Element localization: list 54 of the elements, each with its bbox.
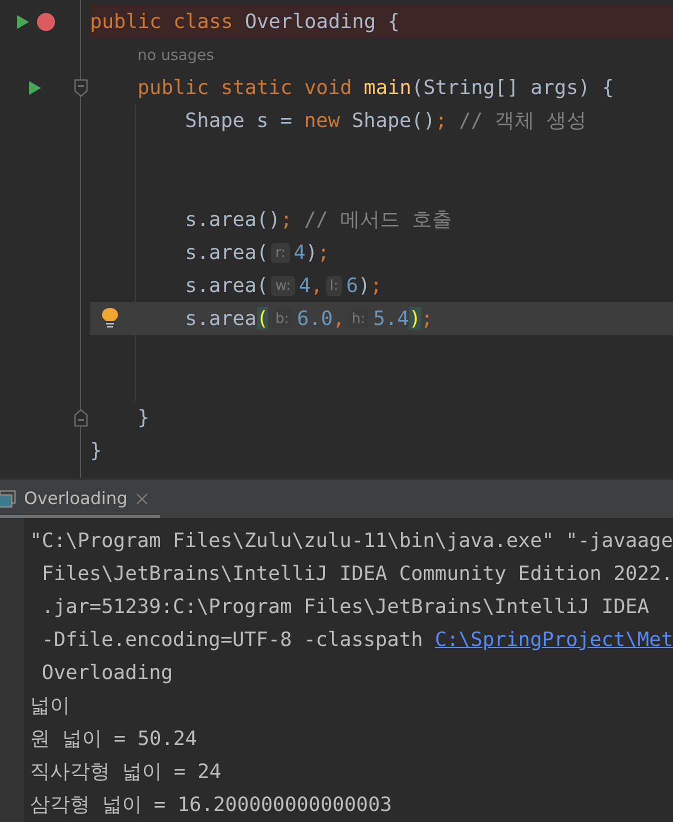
console-output: 넓이: [30, 693, 70, 719]
code-comment: // 메서드 호출: [303, 207, 452, 233]
fold-icon[interactable]: [74, 78, 88, 96]
console-output: Files\JetBrains\IntelliJ IDEA Community Edition 2022.: [40, 562, 673, 585]
classpath-link[interactable]: C:\SpringProject\Met: [434, 628, 673, 651]
usages-hint: no usages: [138, 46, 214, 64]
console-output: .jar=51239:C:\Program Files\JetBrains\IntelliJ IDEA: [40, 595, 650, 618]
code-number: 5.4: [373, 307, 410, 330]
code-text: Shape(): [352, 109, 436, 132]
code-keyword: ;: [420, 307, 433, 330]
run-icon[interactable]: [28, 80, 42, 96]
code-keyword: public static void: [138, 76, 353, 99]
code-function: main: [364, 76, 412, 99]
code-keyword: ;: [280, 208, 292, 231]
console-output: 삼각형 넓이 = 16.200000000000003: [30, 792, 392, 818]
breakpoint-icon[interactable]: [36, 12, 54, 30]
code-text: Shape s =: [185, 109, 294, 132]
code-keyword: ;: [370, 274, 382, 297]
parameter-hint: w:: [271, 276, 295, 296]
parameter-hint: l:: [326, 276, 342, 296]
code-number: 6: [346, 274, 358, 297]
matched-brace: (: [256, 307, 268, 330]
code-text: ): [306, 241, 318, 264]
code-keyword: ;: [435, 109, 448, 132]
code-text: s.area(: [185, 241, 268, 264]
run-icon[interactable]: [16, 14, 30, 30]
code-keyword: ,: [310, 274, 323, 297]
code-text: s.area(): [185, 208, 280, 231]
code-text: ): [358, 274, 370, 297]
code-number: 6.0: [297, 307, 333, 330]
console-output: Overloading: [40, 661, 173, 684]
console-icon: [0, 490, 16, 508]
code-keyword: ,: [332, 307, 345, 330]
matched-brace: ): [409, 307, 421, 330]
code-keyword: ;: [317, 241, 330, 264]
lightbulb-icon[interactable]: [102, 308, 118, 328]
console-output: 직사각형 넓이 = 24: [30, 759, 222, 785]
console-output: 원 넓이 = 50.24: [30, 726, 198, 752]
code-keyword: public class: [90, 10, 234, 33]
code-text: Overloading {: [244, 10, 400, 33]
console-output: "C:\Program Files\Zulu\zulu-11\bin\java.exe" "-javaage: [30, 529, 673, 552]
code-text: s.area(: [185, 274, 268, 297]
code-text: s.area: [185, 307, 256, 330]
code-keyword: new: [304, 109, 341, 132]
parameter-hint: r:: [271, 242, 290, 262]
code-text: }: [90, 439, 102, 462]
code-number: 4: [294, 241, 306, 264]
code-number: 4: [298, 274, 311, 297]
close-icon[interactable]: [136, 493, 148, 505]
code-text: (String[] args) {: [411, 76, 614, 99]
console-output: -Dfile.encoding=UTF-8 -classpath: [40, 628, 424, 651]
code-comment: // 객체 생성: [458, 108, 587, 134]
code-text: }: [138, 406, 150, 429]
fold-icon[interactable]: [74, 408, 88, 426]
